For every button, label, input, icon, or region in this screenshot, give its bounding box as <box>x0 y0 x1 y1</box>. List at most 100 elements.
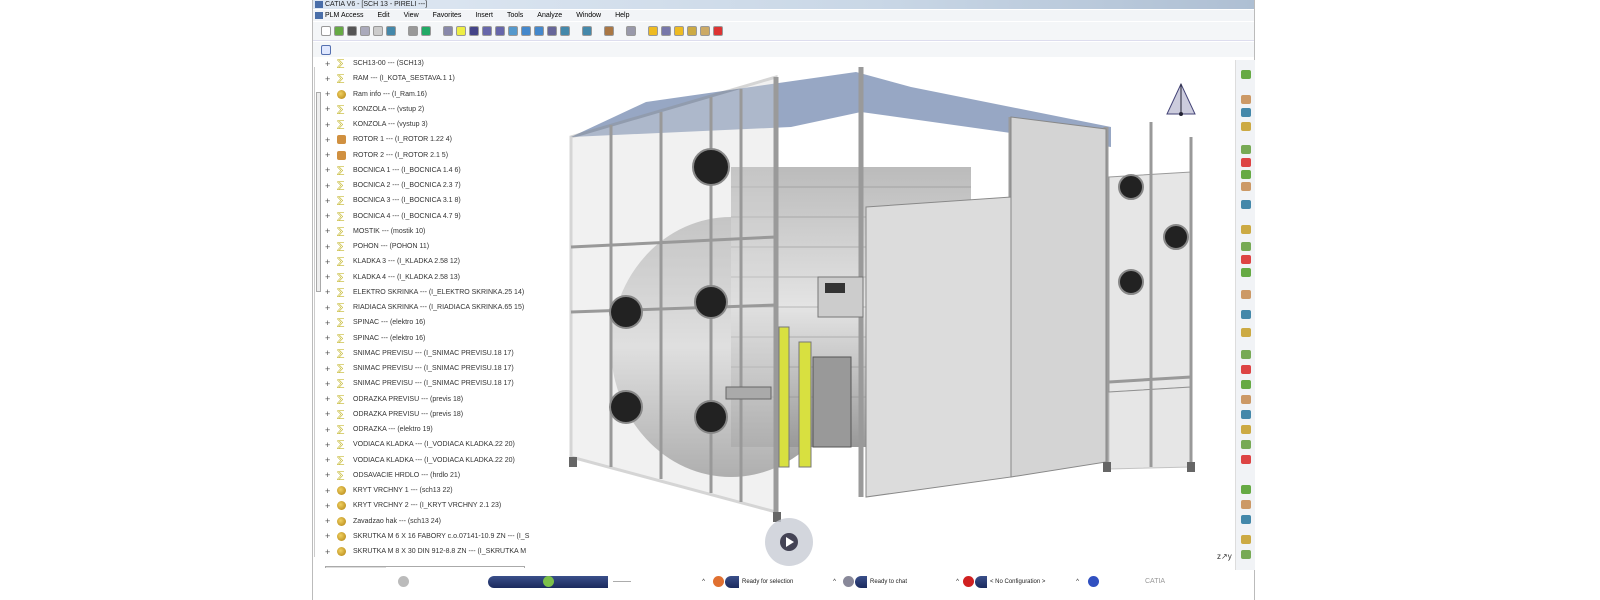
tree-node[interactable]: + ROTOR 2 --- (I_ROTOR 2.1 5) <box>325 148 448 163</box>
tree-horizontal-scrollbar[interactable] <box>325 566 525 568</box>
expand-icon[interactable]: + <box>325 104 333 114</box>
selection-status[interactable]: Ready for selection ^ <box>739 576 839 588</box>
tree-node[interactable]: + SKRUTKA M 6 X 16 FABORY c.o.07141-10.9 … <box>325 529 529 544</box>
workbench-tool-icon[interactable] <box>1241 122 1251 131</box>
expand-icon[interactable]: + <box>325 226 333 236</box>
toolbar-icon[interactable] <box>321 26 331 36</box>
workbench-tool-icon[interactable] <box>1241 365 1251 374</box>
expand-icon[interactable]: + <box>325 150 333 160</box>
expand-icon[interactable]: + <box>325 120 333 130</box>
expand-icon[interactable]: + <box>325 516 333 526</box>
tree-node[interactable]: + ⅀ SNIMAC PREVISU --- (I_SNIMAC PREVISU.1… <box>325 361 514 376</box>
workbench-tool-icon[interactable] <box>1241 70 1251 79</box>
tree-node[interactable]: + ⅀ ODSAVACIE HRDLO --- (hrdlo 21) <box>325 468 460 483</box>
expand-icon[interactable]: + <box>325 455 333 465</box>
menu-edit[interactable]: Edit <box>378 10 390 21</box>
tree-node[interactable]: + ⅀ KONZOLA --- (vystup 3) <box>325 117 428 132</box>
menu-analyze[interactable]: Analyze <box>537 10 562 21</box>
workbench-tool-icon[interactable] <box>1241 455 1251 464</box>
toolbar-icon[interactable] <box>495 26 505 36</box>
workbench-tool-icon[interactable] <box>1241 182 1251 191</box>
tree-node[interactable]: + ⅀ ODRAZKA PREVISU --- (previs 18) <box>325 407 463 422</box>
menu-window[interactable]: Window <box>576 10 601 21</box>
toolbar-icon[interactable] <box>582 26 592 36</box>
workbench-tool-icon[interactable] <box>1241 255 1251 264</box>
tree-node[interactable]: + ⅀ VODIACA KLADKA --- (I_VODIACA KLADKA.2… <box>325 453 515 468</box>
toolbar-icon[interactable] <box>482 26 492 36</box>
tree-node[interactable]: + ⅀ BOCNICA 3 --- (I_BOCNICA 3.1 8) <box>325 193 461 208</box>
toolbar-icon[interactable] <box>347 26 357 36</box>
tree-node[interactable]: + ⅀ ODRAZKA --- (elektro 19) <box>325 422 433 437</box>
workbench-tool-icon[interactable] <box>1241 170 1251 179</box>
toolbar-icon[interactable] <box>421 26 431 36</box>
expand-icon[interactable]: + <box>325 440 333 450</box>
workbench-tool-icon[interactable] <box>1241 158 1251 167</box>
configuration-selector[interactable]: < No Configuration > ^ <box>987 576 1082 588</box>
tree-node[interactable]: + ⅀ SCH13-00 --- (SCH13) <box>325 57 424 71</box>
expand-icon[interactable]: + <box>325 425 333 435</box>
workbench-tool-icon[interactable] <box>1241 515 1251 524</box>
expand-icon[interactable]: + <box>325 287 333 297</box>
toolbar-icon[interactable] <box>648 26 658 36</box>
workbench-tool-icon[interactable] <box>1241 395 1251 404</box>
expand-icon[interactable]: + <box>325 303 333 313</box>
expand-icon[interactable]: + <box>325 211 333 221</box>
3d-viewport[interactable]: z↗y <box>531 57 1235 568</box>
toolbar-icon[interactable] <box>626 26 636 36</box>
tree-node[interactable]: + ⅀ SPINAC --- (elektro 16) <box>325 315 425 330</box>
tree-node[interactable]: + ⅀ RAM --- (I_KOTA_SESTAVA.1 1) <box>325 71 455 86</box>
expand-icon[interactable]: + <box>325 59 333 69</box>
expand-icon[interactable]: + <box>325 531 333 541</box>
tree-node[interactable]: + ROTOR 1 --- (I_ROTOR 1.22 4) <box>325 132 452 147</box>
tree-node[interactable]: + ⅀ SNIMAC PREVISU --- (I_SNIMAC PREVISU.1… <box>325 346 514 361</box>
chat-icon[interactable] <box>843 576 854 587</box>
toolbar-icon[interactable] <box>661 26 671 36</box>
tree-node[interactable]: + SKRUTKA M 8 X 30 DIN 912-8.8 ZN --- (I_… <box>325 544 526 559</box>
expand-icon[interactable]: + <box>325 196 333 206</box>
toolbar-icon[interactable] <box>386 26 396 36</box>
tree-node[interactable]: + ⅀ SNIMAC PREVISU --- (I_SNIMAC PREVISU.1… <box>325 376 514 391</box>
workbench-tool-icon[interactable] <box>1241 410 1251 419</box>
toolbar-icon[interactable] <box>408 26 418 36</box>
tree-node[interactable]: + ⅀ ELEKTRO SKRINKA --- (I_ELEKTRO SKRINKA… <box>325 285 524 300</box>
scrollbar-thumb[interactable] <box>316 92 321 292</box>
tree-node[interactable]: + ⅀ MOSTIK --- (mostik 10) <box>325 224 425 239</box>
tree-node[interactable]: + ⅀ ODRAZKA PREVISU --- (previs 18) <box>325 392 463 407</box>
product-icon[interactable] <box>321 44 331 55</box>
expand-icon[interactable]: + <box>325 272 333 282</box>
expand-icon[interactable]: + <box>325 348 333 358</box>
toolbar-icon[interactable] <box>373 26 383 36</box>
tree-node[interactable]: + ⅀ BOCNICA 2 --- (I_BOCNICA 2.3 7) <box>325 178 461 193</box>
selection-icon[interactable] <box>713 576 724 587</box>
workbench-tool-icon[interactable] <box>1241 350 1251 359</box>
expand-icon[interactable]: + <box>325 74 333 84</box>
workbench-tool-icon[interactable] <box>1241 268 1251 277</box>
expand-icon[interactable]: + <box>325 379 333 389</box>
workbench-tool-icon[interactable] <box>1241 328 1251 337</box>
toolbar-icon[interactable] <box>360 26 370 36</box>
menu-view[interactable]: View <box>404 10 419 21</box>
tree-node[interactable]: + KRYT VRCHNY 1 --- (sch13 22) <box>325 483 453 498</box>
command-field[interactable]: --------- ^ <box>610 576 708 588</box>
scrollbar-thumb[interactable] <box>326 567 386 568</box>
workbench-tool-icon[interactable] <box>1241 500 1251 509</box>
expand-icon[interactable]: + <box>325 181 333 191</box>
tree-node[interactable]: + KRYT VRCHNY 2 --- (I_KRYT VRCHNY 2.1 23… <box>325 498 501 513</box>
tree-node[interactable]: + ⅀ POHON --- (POHON 11) <box>325 239 429 254</box>
expand-icon[interactable]: + <box>325 257 333 267</box>
toolbar-icon[interactable] <box>700 26 710 36</box>
tree-node[interactable]: + ⅀ KLADKA 3 --- (I_KLADKA 2.58 12) <box>325 254 460 269</box>
toolbar-icon[interactable] <box>674 26 684 36</box>
expand-icon[interactable]: + <box>325 486 333 496</box>
toolbar-icon[interactable] <box>508 26 518 36</box>
tree-node[interactable]: + Zavadzao hak --- (sch13 24) <box>325 514 441 529</box>
toolbar-icon[interactable] <box>547 26 557 36</box>
workbench-tool-icon[interactable] <box>1241 485 1251 494</box>
workbench-tool-icon[interactable] <box>1241 242 1251 251</box>
toolbar-icon[interactable] <box>713 26 723 36</box>
configuration-icon[interactable] <box>963 576 974 587</box>
info-icon[interactable] <box>1088 576 1099 587</box>
expand-icon[interactable]: + <box>325 333 333 343</box>
toolbar-icon[interactable] <box>521 26 531 36</box>
catia-compass-icon[interactable] <box>315 12 323 19</box>
